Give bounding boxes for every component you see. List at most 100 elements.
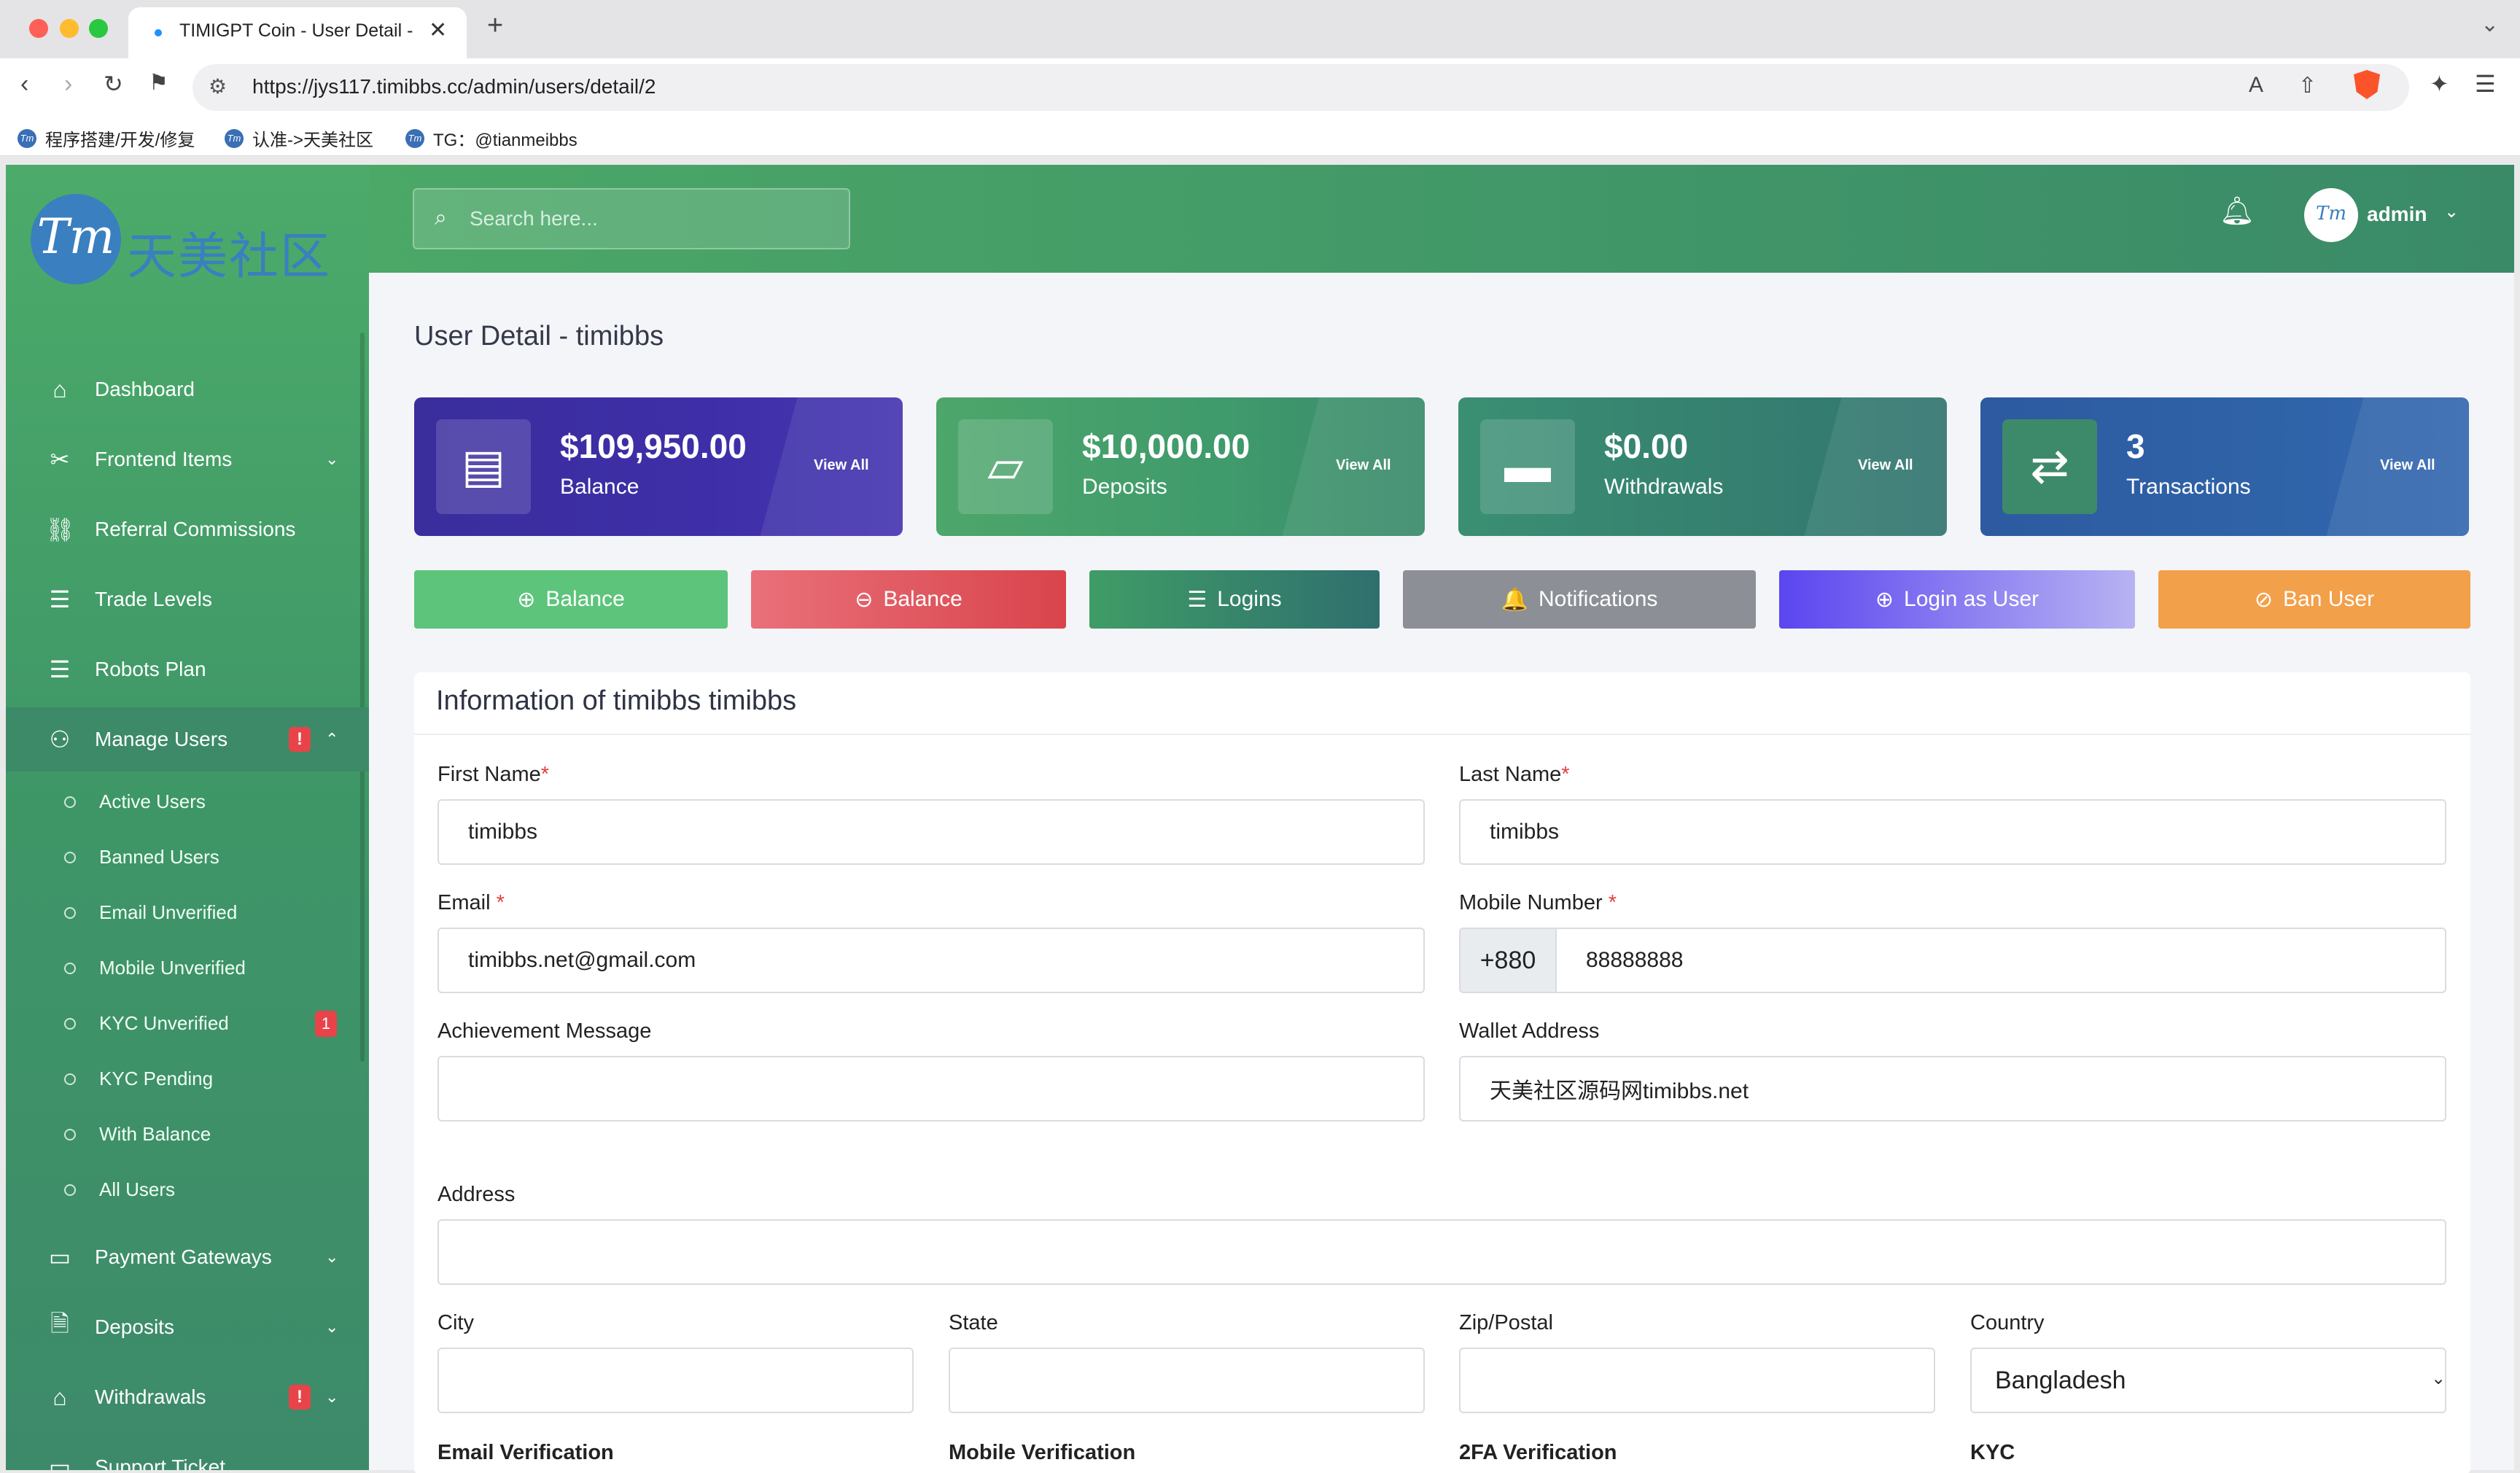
sidebar-subitem-kyc-unverified[interactable]: KYC Unverified 1 (6, 996, 369, 1052)
mobile-field[interactable] (1555, 928, 2446, 993)
state-label: State (949, 1311, 998, 1334)
bookmark-icon[interactable]: ⚑ (149, 70, 168, 96)
view-all-link[interactable]: View All (814, 457, 869, 474)
sidebar-item-dashboard[interactable]: ⌂ Dashboard (6, 357, 369, 421)
favicon-icon (155, 29, 162, 36)
city-field[interactable] (438, 1348, 914, 1413)
email-verification-label: Email Verification (438, 1441, 614, 1464)
leo-icon[interactable]: ✦ (2430, 70, 2449, 98)
email-field[interactable] (438, 928, 1425, 993)
bookmark-icon: Tm (225, 128, 244, 148)
users-icon: ⚇ (49, 726, 71, 753)
view-all-link[interactable]: View All (2380, 457, 2435, 474)
transactions-card: ⇄ 3 Transactions View All (1980, 397, 2469, 536)
notifications-button[interactable]: 🔔 Notifications (1403, 570, 1756, 629)
new-tab-button[interactable]: + (487, 10, 503, 42)
mobile-verification-label: Mobile Verification (949, 1441, 1136, 1464)
achievement-field[interactable] (438, 1056, 1425, 1122)
sidebar-item-robots-plan[interactable]: ☰ Robots Plan (6, 637, 369, 701)
alert-badge: ! (289, 727, 311, 752)
list-icon: ☰ (49, 586, 71, 613)
city-label: City (438, 1311, 474, 1334)
sidebar-item-manage-users[interactable]: ⚇ Manage Users ! ⌃ (6, 707, 369, 772)
bookmark-item[interactable]: Tm TG：@tianmeibbs (405, 125, 578, 151)
country-select[interactable]: Bangladesh (1970, 1348, 2446, 1413)
logins-button[interactable]: ☰ Logins (1089, 570, 1380, 629)
bell-icon: 🔔 (1501, 587, 1528, 612)
minimize-window-button[interactable] (60, 19, 79, 38)
sidebar-item-deposits[interactable]: 🗎 Deposits ⌄ (6, 1295, 369, 1359)
add-balance-button[interactable]: ⊕ Balance (414, 570, 728, 629)
sidebar-item-referral-commissions[interactable]: ⛓ Referral Commissions (6, 497, 369, 561)
avatar[interactable]: Tm (2304, 188, 2358, 242)
info-heading: Information of timibbs timibbs (436, 685, 797, 716)
address-bar[interactable]: ⚙ https://jys117.timibbs.cc/admin/users/… (192, 64, 2409, 111)
url-text[interactable]: https://jys117.timibbs.cc/admin/users/de… (252, 75, 656, 98)
minus-circle-icon: ⊖ (855, 587, 874, 612)
first-name-field[interactable] (438, 799, 1425, 865)
search-icon: ⌕ (435, 206, 447, 230)
close-tab-icon[interactable]: ✕ (429, 18, 447, 43)
search-box[interactable]: ⌕ (413, 188, 850, 249)
user-name[interactable]: admin (2367, 203, 2427, 226)
address-label: Address (438, 1183, 516, 1206)
sidebar-item-support-ticket[interactable]: ▭ Support Ticket (6, 1435, 369, 1470)
translate-icon[interactable]: A (2249, 73, 2263, 98)
view-all-link[interactable]: View All (1336, 457, 1391, 474)
share-icon[interactable]: ⇧ (2298, 73, 2317, 98)
exchange-icon: ⇄ (2002, 419, 2097, 514)
tab-list-chevron-icon[interactable]: ⌄ (2481, 12, 2499, 37)
bookmark-item[interactable]: Tm 程序搭建/开发/修复 (18, 125, 195, 151)
maximize-window-button[interactable] (89, 19, 108, 38)
forward-icon[interactable]: › (64, 70, 72, 98)
list-icon: ☰ (49, 656, 71, 683)
search-input[interactable] (470, 200, 834, 238)
logo-text[interactable]: 天美社区 (127, 216, 331, 288)
wallet-address-field[interactable] (1459, 1056, 2446, 1122)
sidebar-item-withdrawals[interactable]: ⌂ Withdrawals ! ⌄ (6, 1365, 369, 1429)
chevron-down-icon[interactable]: ⌄ (2431, 1368, 2446, 1389)
back-icon[interactable]: ‹ (20, 70, 28, 98)
site-settings-icon[interactable]: ⚙ (209, 74, 227, 98)
page-title: User Detail - timibbs (414, 321, 664, 351)
chevron-down-icon: ⌄ (325, 450, 339, 468)
sidebar-subitem-banned-users[interactable]: Banned Users (6, 830, 369, 885)
sidebar-subitem-active-users[interactable]: Active Users (6, 774, 369, 830)
zip-field[interactable] (1459, 1348, 1935, 1413)
sidebar-item-trade-levels[interactable]: ☰ Trade Levels (6, 567, 369, 631)
logo-icon[interactable]: Tm (31, 194, 121, 284)
ban-user-button[interactable]: ⊘ Ban User (2158, 570, 2470, 629)
view-all-link[interactable]: View All (1858, 457, 1913, 474)
last-name-field[interactable] (1459, 799, 2446, 865)
sidebar-subitem-email-unverified[interactable]: Email Unverified (6, 885, 369, 941)
list-icon: ☰ (1187, 587, 1208, 612)
reload-icon[interactable]: ↻ (104, 70, 123, 98)
bookmark-item[interactable]: Tm 认准->天美社区 (225, 125, 373, 151)
sidebar-subitem-kyc-pending[interactable]: KYC Pending (6, 1052, 369, 1107)
money-icon: ▤ (436, 419, 531, 514)
chevron-down-icon: ⌄ (325, 1248, 339, 1266)
sidebar-subitem-with-balance[interactable]: With Balance (6, 1107, 369, 1162)
bookmarks-bar (0, 117, 2520, 156)
browser-tab[interactable]: TIMIGPT Coin - User Detail - ✕ (128, 7, 467, 58)
tools-icon: ✂ (50, 446, 70, 473)
sidebar-subitem-mobile-unverified[interactable]: Mobile Unverified (6, 941, 369, 996)
sidebar-item-frontend-items[interactable]: ✂ Frontend Items ⌄ (6, 427, 369, 491)
close-window-button[interactable] (29, 19, 48, 38)
menu-icon[interactable]: ☰ (2475, 70, 2496, 98)
subtract-balance-button[interactable]: ⊖ Balance (751, 570, 1066, 629)
alert-badge: ! (289, 1385, 311, 1410)
address-field[interactable] (438, 1219, 2446, 1285)
ban-icon: ⊘ (2254, 587, 2274, 612)
state-field[interactable] (949, 1348, 1425, 1413)
sidebar: Tm 天美社区 ⌂ Dashboard ✂ Frontend Items ⌄ ⛓… (6, 165, 369, 1470)
twofa-verification-label: 2FA Verification (1459, 1441, 1617, 1464)
top-header: ⌕ 🔔︎ Tm admin ⌄ (369, 165, 2514, 273)
mobile-label: Mobile Number * (1459, 891, 1617, 914)
sidebar-item-payment-gateways[interactable]: ▭ Payment Gateways ⌄ (6, 1225, 369, 1289)
sidebar-subitem-all-users[interactable]: All Users (6, 1162, 369, 1218)
chevron-down-icon[interactable]: ⌄ (2444, 201, 2459, 222)
login-as-user-button[interactable]: ⊕ Login as User (1779, 570, 2135, 629)
circle-icon (64, 1073, 76, 1085)
bell-icon[interactable]: 🔔︎ (2220, 195, 2255, 228)
